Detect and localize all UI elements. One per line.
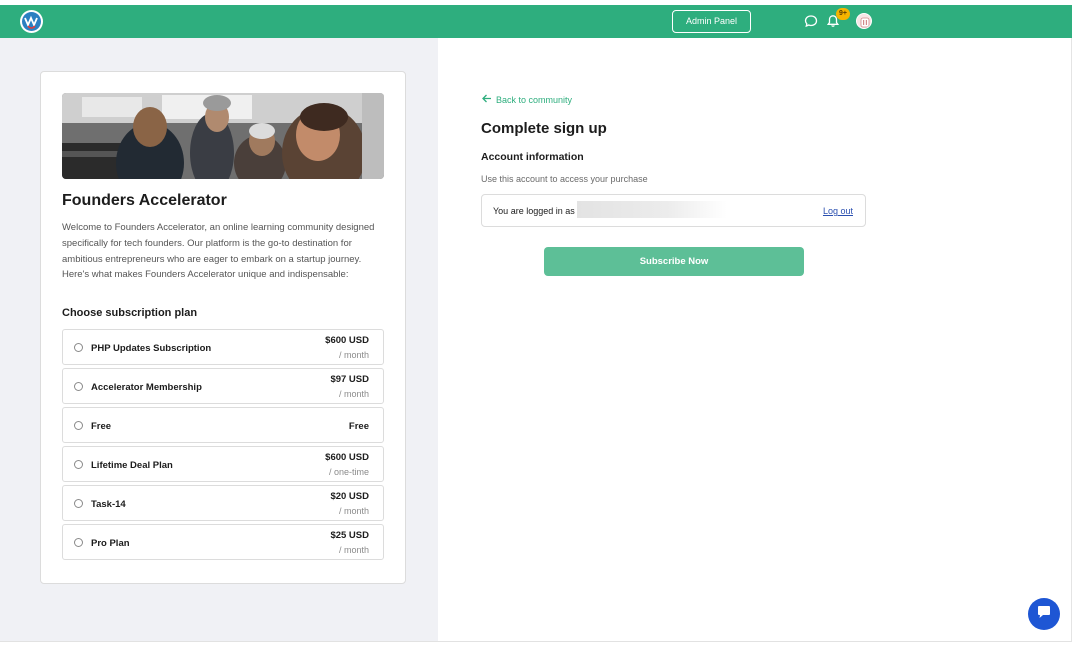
- logged-in-account-box: You are logged in as Log out: [481, 194, 866, 227]
- subscription-plan-heading: Choose subscription plan: [62, 307, 198, 319]
- plan-name: Free: [91, 421, 112, 432]
- chat-widget-icon: [1036, 604, 1052, 625]
- community-card: Founders Accelerator Welcome to Founders…: [40, 71, 406, 584]
- user-avatar[interactable]: [856, 13, 872, 29]
- top-navbar: Admin Panel 9+: [0, 5, 1072, 38]
- plan-period: / month: [338, 545, 369, 555]
- plan-option[interactable]: PHP Updates Subscription $600 USD / mont…: [62, 329, 384, 365]
- plan-name: Task-14: [91, 499, 126, 510]
- redacted-account-email: [577, 201, 727, 218]
- plan-period: / month: [338, 350, 369, 360]
- plan-option[interactable]: Free Free: [62, 407, 384, 443]
- plan-radio[interactable]: [74, 382, 83, 391]
- admin-panel-button[interactable]: Admin Panel: [672, 10, 751, 33]
- plan-name: PHP Updates Subscription: [91, 343, 212, 354]
- community-logo-icon[interactable]: [19, 9, 44, 34]
- community-description: Welcome to Founders Accelerator, an onli…: [62, 222, 375, 281]
- plan-name: Accelerator Membership: [91, 382, 202, 393]
- community-hero-image: [62, 93, 384, 179]
- plan-period: / month: [338, 389, 369, 399]
- plan-name: Lifetime Deal Plan: [91, 460, 173, 471]
- logout-link[interactable]: Log out: [823, 206, 853, 216]
- community-title: Founders Accelerator: [62, 192, 227, 209]
- account-info-heading: Account information: [481, 151, 584, 163]
- back-to-community-link[interactable]: Back to community: [482, 94, 572, 105]
- subscribe-now-button[interactable]: Subscribe Now: [544, 247, 804, 276]
- plan-radio[interactable]: [74, 343, 83, 352]
- plan-option[interactable]: Accelerator Membership $97 USD / month: [62, 368, 384, 404]
- notification-badge: 9+: [836, 8, 850, 20]
- plan-price: $97 USD: [330, 374, 369, 385]
- logged-in-label: You are logged in as: [493, 206, 575, 216]
- plan-radio[interactable]: [74, 499, 83, 508]
- account-info-subtext: Use this account to access your purchase: [481, 174, 648, 184]
- page-title: Complete sign up: [481, 120, 607, 137]
- arrow-left-icon: [482, 94, 492, 105]
- window-bottom-edge: [0, 641, 1072, 647]
- plan-radio[interactable]: [74, 538, 83, 547]
- plan-price: $600 USD: [325, 452, 369, 463]
- plan-option[interactable]: Task-14 $20 USD / month: [62, 485, 384, 521]
- plan-period: / one-time: [328, 467, 369, 477]
- plan-option[interactable]: Pro Plan $25 USD / month: [62, 524, 384, 560]
- plan-price: $25 USD: [330, 530, 369, 541]
- support-chat-button[interactable]: [1028, 598, 1060, 630]
- plan-radio[interactable]: [74, 421, 83, 430]
- plan-price: $20 USD: [330, 491, 369, 502]
- plan-radio[interactable]: [74, 460, 83, 469]
- plan-price: $600 USD: [325, 335, 369, 346]
- back-link-label: Back to community: [496, 94, 573, 105]
- plan-name: Pro Plan: [91, 538, 130, 549]
- plan-option[interactable]: Lifetime Deal Plan $600 USD / one-time: [62, 446, 384, 482]
- plan-price: Free: [348, 421, 369, 432]
- chat-bubble-icon[interactable]: [804, 14, 818, 28]
- plan-period: / month: [338, 506, 369, 516]
